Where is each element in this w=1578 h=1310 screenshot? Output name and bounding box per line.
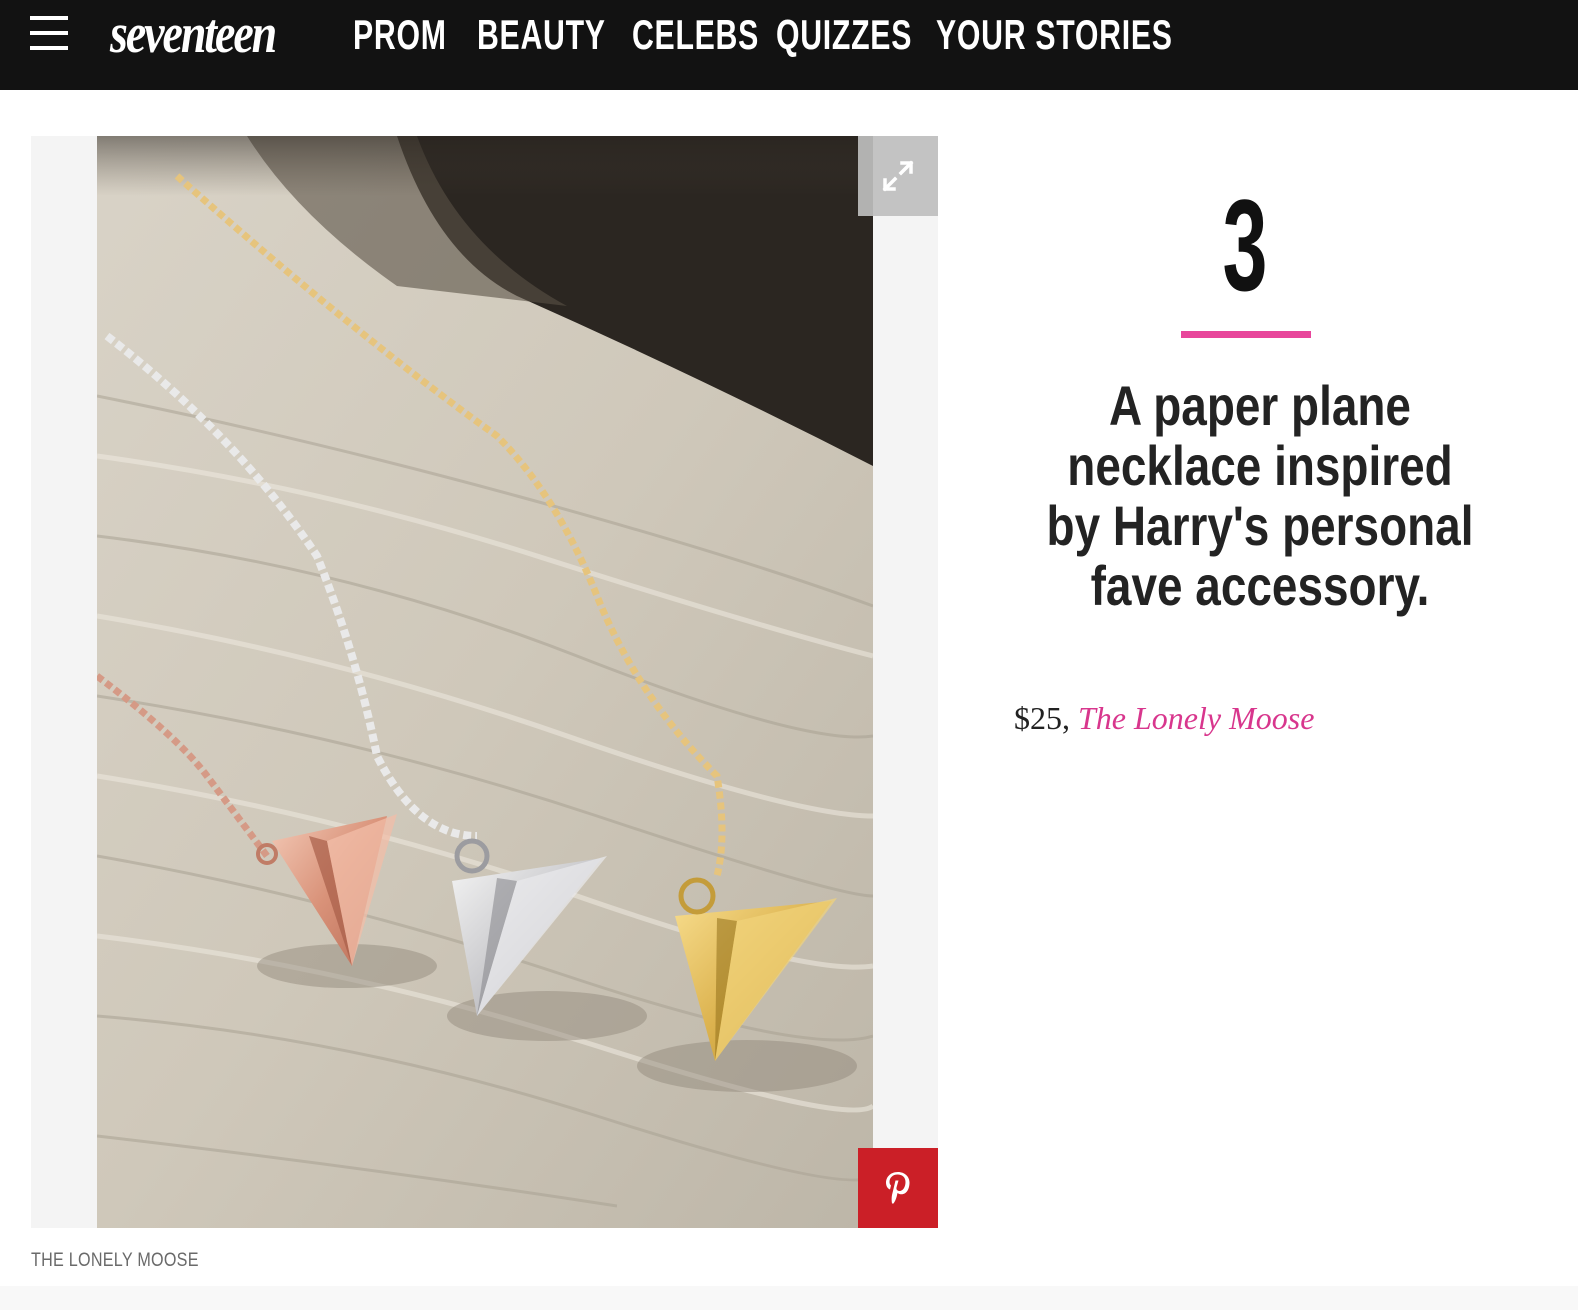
slide-number: 3 (1222, 172, 1268, 318)
image-credit: THE LONELY MOOSE (31, 1250, 199, 1271)
top-navigation-bar: seventeen PROM BEAUTY CELEBS QUIZZES YOU… (0, 0, 1578, 90)
slide-image-container (31, 136, 938, 1228)
accent-divider (1181, 331, 1311, 338)
main-nav: PROM BEAUTY CELEBS QUIZZES YOUR STORIES (353, 10, 1236, 60)
site-logo[interactable]: seventeen (110, 6, 277, 62)
expand-icon (882, 160, 914, 192)
page-footer-strip (0, 1286, 1578, 1310)
price-line: $25, The Lonely Moose (1014, 700, 1314, 737)
pinterest-icon (886, 1172, 910, 1204)
nav-link-prom[interactable]: PROM (353, 10, 446, 60)
slide-headline: A paper plane necklace inspired by Harry… (1046, 374, 1474, 617)
shop-link[interactable]: The Lonely Moose (1078, 700, 1314, 736)
nav-link-your-stories[interactable]: YOUR STORIES (936, 10, 1172, 60)
product-photo (97, 136, 873, 1228)
price: $25, (1014, 700, 1078, 736)
expand-image-button[interactable] (858, 136, 938, 216)
nav-link-quizzes[interactable]: QUIZZES (776, 10, 911, 60)
pinterest-share-button[interactable] (858, 1148, 938, 1228)
hamburger-menu-icon[interactable] (30, 14, 70, 54)
nav-link-celebs[interactable]: CELEBS (632, 10, 758, 60)
nav-link-beauty[interactable]: BEAUTY (477, 10, 605, 60)
